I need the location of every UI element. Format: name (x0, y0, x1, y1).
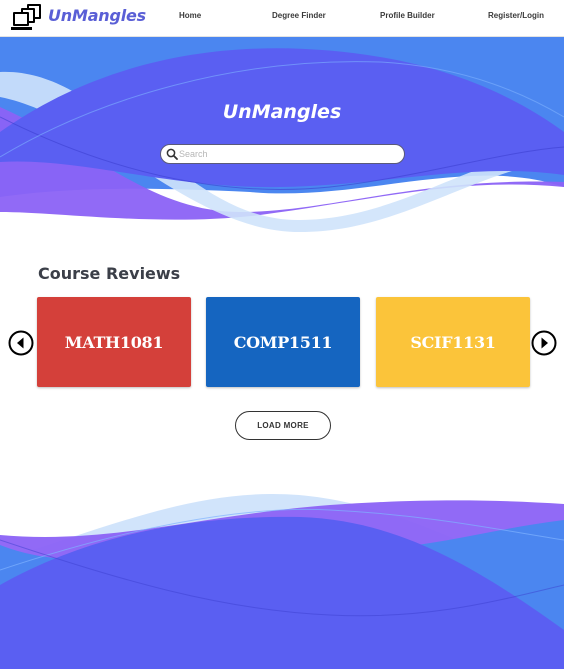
section-title: Course Reviews (38, 264, 181, 283)
search-bar[interactable] (160, 144, 405, 164)
nav-link-profile-builder[interactable]: Profile Builder (380, 11, 435, 20)
stacked-screens-logo-icon[interactable] (10, 3, 44, 33)
course-code: SCIF1131 (410, 332, 496, 352)
chevron-right-circle-icon[interactable] (531, 330, 557, 356)
course-code: COMP1511 (233, 332, 333, 352)
search-input[interactable] (179, 146, 399, 162)
nav-link-degree-finder[interactable]: Degree Finder (272, 11, 326, 20)
course-card-comp1511[interactable]: COMP1511 (206, 297, 360, 387)
top-navbar: UnMangles Home Degree Finder Profile Bui… (0, 0, 564, 37)
course-card-math1081[interactable]: MATH1081 (37, 297, 191, 387)
chevron-left-circle-icon[interactable] (8, 330, 34, 356)
footer-wave-background (0, 490, 564, 669)
load-more-button[interactable]: LOAD MORE (235, 411, 331, 440)
course-card-scif1131[interactable]: SCIF1131 (376, 297, 530, 387)
nav-link-home[interactable]: Home (179, 11, 201, 20)
nav-link-register-login[interactable]: Register/Login (488, 11, 544, 20)
course-code: MATH1081 (64, 332, 164, 352)
hero-title: UnMangles (222, 101, 342, 123)
hero-wave-background (0, 37, 564, 237)
brand-name[interactable]: UnMangles (48, 6, 146, 25)
search-icon[interactable] (166, 148, 178, 160)
